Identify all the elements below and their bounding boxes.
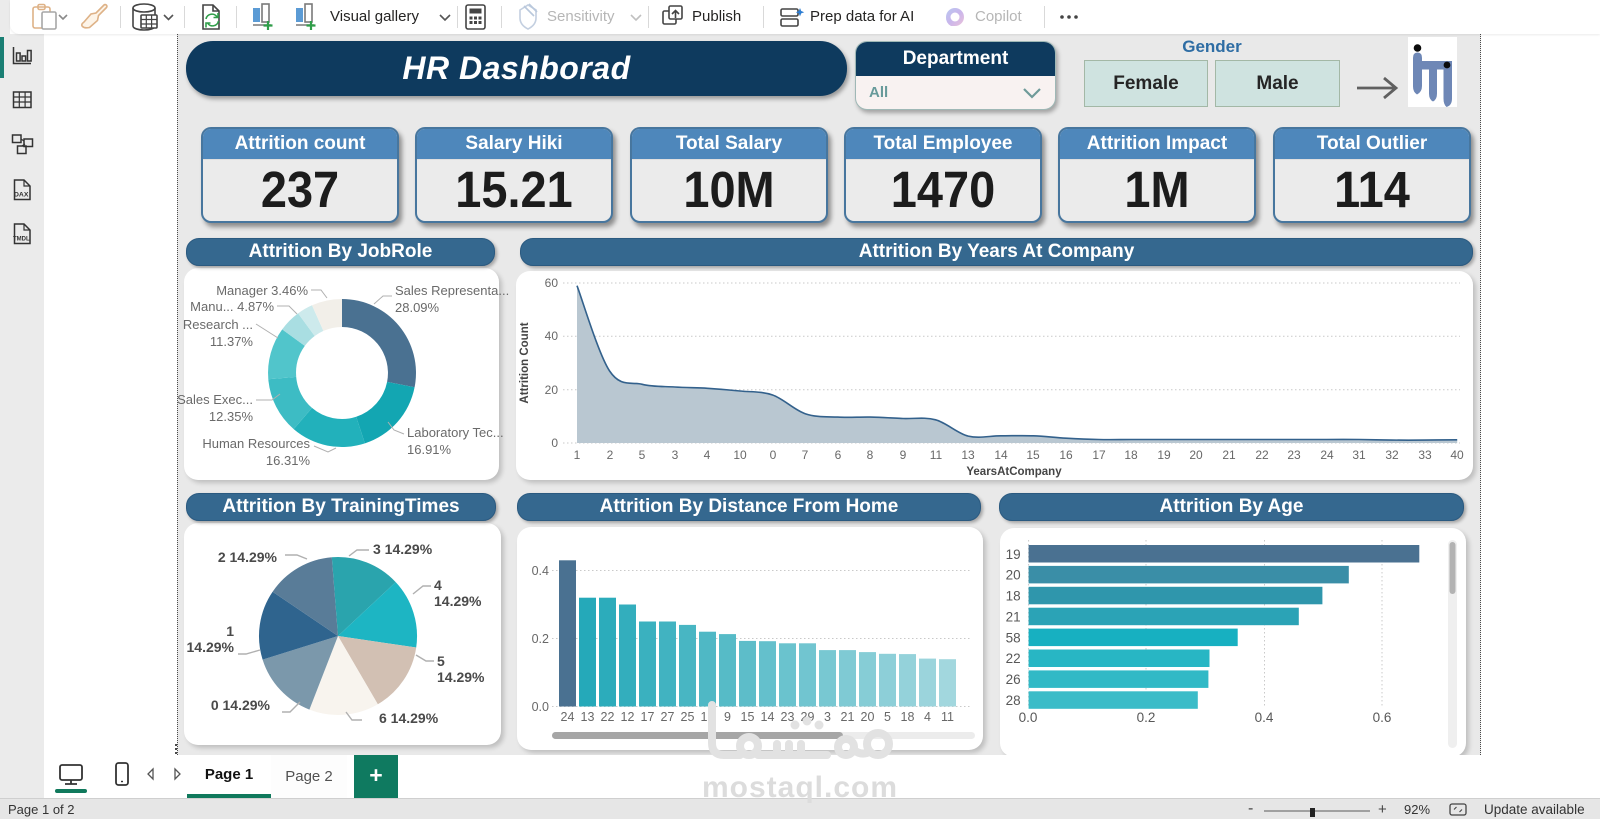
svg-text:15: 15 xyxy=(741,710,755,724)
svg-text:23: 23 xyxy=(1287,448,1301,462)
svg-text:26: 26 xyxy=(1006,672,1021,687)
svg-text:14.29%: 14.29% xyxy=(187,639,235,655)
svg-text:21: 21 xyxy=(841,710,855,724)
svg-text:12: 12 xyxy=(621,710,635,724)
svg-text:5: 5 xyxy=(437,653,445,669)
svg-text:20: 20 xyxy=(1189,448,1203,462)
svg-text:20: 20 xyxy=(545,383,559,397)
svg-text:19: 19 xyxy=(1006,547,1021,562)
svg-text:17: 17 xyxy=(1092,448,1106,462)
svg-text:Attrition Count: Attrition Count xyxy=(519,322,531,403)
svg-text:22: 22 xyxy=(1006,651,1021,666)
svg-text:1: 1 xyxy=(574,448,581,462)
svg-text:4: 4 xyxy=(434,577,442,593)
svg-text:7: 7 xyxy=(802,448,809,462)
svg-text:28: 28 xyxy=(1006,693,1021,708)
svg-text:16: 16 xyxy=(1059,448,1073,462)
svg-text:14.29%: 14.29% xyxy=(437,669,485,685)
svg-text:3: 3 xyxy=(672,448,679,462)
svg-text:58: 58 xyxy=(1006,630,1021,645)
svg-text:6 14.29%: 6 14.29% xyxy=(379,710,439,726)
svg-text:19: 19 xyxy=(1157,448,1171,462)
svg-text:Sales Exec...: Sales Exec... xyxy=(177,392,253,407)
svg-text:Manager 3.46%: Manager 3.46% xyxy=(216,283,308,298)
svg-text:0.6: 0.6 xyxy=(1373,710,1392,725)
svg-text:0.0: 0.0 xyxy=(532,700,549,714)
svg-text:Laboratory Tec...: Laboratory Tec... xyxy=(407,425,504,440)
svg-text:33: 33 xyxy=(1418,448,1432,462)
svg-text:60: 60 xyxy=(545,276,559,290)
svg-text:21: 21 xyxy=(1222,448,1236,462)
svg-text:0 14.29%: 0 14.29% xyxy=(211,697,271,713)
svg-text:16.31%: 16.31% xyxy=(266,453,311,468)
svg-text:15: 15 xyxy=(1026,448,1040,462)
svg-text:27: 27 xyxy=(661,710,675,724)
svg-text:24: 24 xyxy=(1320,448,1334,462)
svg-text:8: 8 xyxy=(867,448,874,462)
svg-text:5: 5 xyxy=(639,448,646,462)
svg-text:29: 29 xyxy=(801,710,815,724)
svg-text:Manu... 4.87%: Manu... 4.87% xyxy=(190,299,274,314)
svg-text:13: 13 xyxy=(961,448,975,462)
svg-text:21: 21 xyxy=(1006,610,1021,625)
svg-text:Research ...: Research ... xyxy=(183,317,253,332)
svg-text:25: 25 xyxy=(681,710,695,724)
svg-text:0.0: 0.0 xyxy=(1019,710,1038,725)
svg-text:31: 31 xyxy=(1352,448,1366,462)
svg-text:9: 9 xyxy=(724,710,731,724)
svg-text:3: 3 xyxy=(824,710,831,724)
svg-text:18: 18 xyxy=(1006,589,1021,604)
svg-text:18: 18 xyxy=(901,710,915,724)
svg-text:Human Resources: Human Resources xyxy=(202,436,310,451)
svg-text:14.29%: 14.29% xyxy=(434,593,482,609)
svg-text:3 14.29%: 3 14.29% xyxy=(373,541,433,557)
svg-text:12.35%: 12.35% xyxy=(209,409,254,424)
svg-text:16: 16 xyxy=(701,710,715,724)
svg-text:11: 11 xyxy=(941,710,954,724)
svg-text:0.2: 0.2 xyxy=(532,632,549,646)
svg-text:23: 23 xyxy=(781,710,795,724)
svg-text:2: 2 xyxy=(607,448,614,462)
svg-text:10: 10 xyxy=(733,448,747,462)
svg-text:22: 22 xyxy=(1255,448,1269,462)
svg-text:14: 14 xyxy=(994,448,1008,462)
svg-text:24: 24 xyxy=(561,710,575,724)
svg-text:40: 40 xyxy=(1450,448,1464,462)
svg-text:Sales Representa...: Sales Representa... xyxy=(395,283,509,298)
svg-text:14: 14 xyxy=(761,710,775,724)
svg-text:17: 17 xyxy=(641,710,655,724)
svg-text:0.4: 0.4 xyxy=(532,564,549,578)
svg-text:0: 0 xyxy=(770,448,777,462)
svg-text:32: 32 xyxy=(1385,448,1399,462)
svg-text:1: 1 xyxy=(226,623,234,639)
svg-text:20: 20 xyxy=(861,710,875,724)
svg-text:16.91%: 16.91% xyxy=(407,442,452,457)
svg-text:13: 13 xyxy=(581,710,595,724)
svg-text:40: 40 xyxy=(545,329,559,343)
svg-text:18: 18 xyxy=(1124,448,1138,462)
svg-text:0.2: 0.2 xyxy=(1137,710,1156,725)
svg-text:28.09%: 28.09% xyxy=(395,300,440,315)
svg-text:9: 9 xyxy=(900,448,907,462)
svg-text:20: 20 xyxy=(1006,568,1021,583)
svg-text:YearsAtCompany: YearsAtCompany xyxy=(966,466,1062,478)
svg-text:0.4: 0.4 xyxy=(1255,710,1274,725)
svg-text:11: 11 xyxy=(930,448,943,462)
svg-text:6: 6 xyxy=(835,448,842,462)
svg-text:4: 4 xyxy=(924,710,931,724)
svg-text:22: 22 xyxy=(601,710,615,724)
svg-text:0: 0 xyxy=(551,436,558,450)
svg-text:2 14.29%: 2 14.29% xyxy=(218,549,278,565)
svg-text:11.37%: 11.37% xyxy=(210,334,254,349)
svg-text:4: 4 xyxy=(704,448,711,462)
svg-text:5: 5 xyxy=(884,710,891,724)
